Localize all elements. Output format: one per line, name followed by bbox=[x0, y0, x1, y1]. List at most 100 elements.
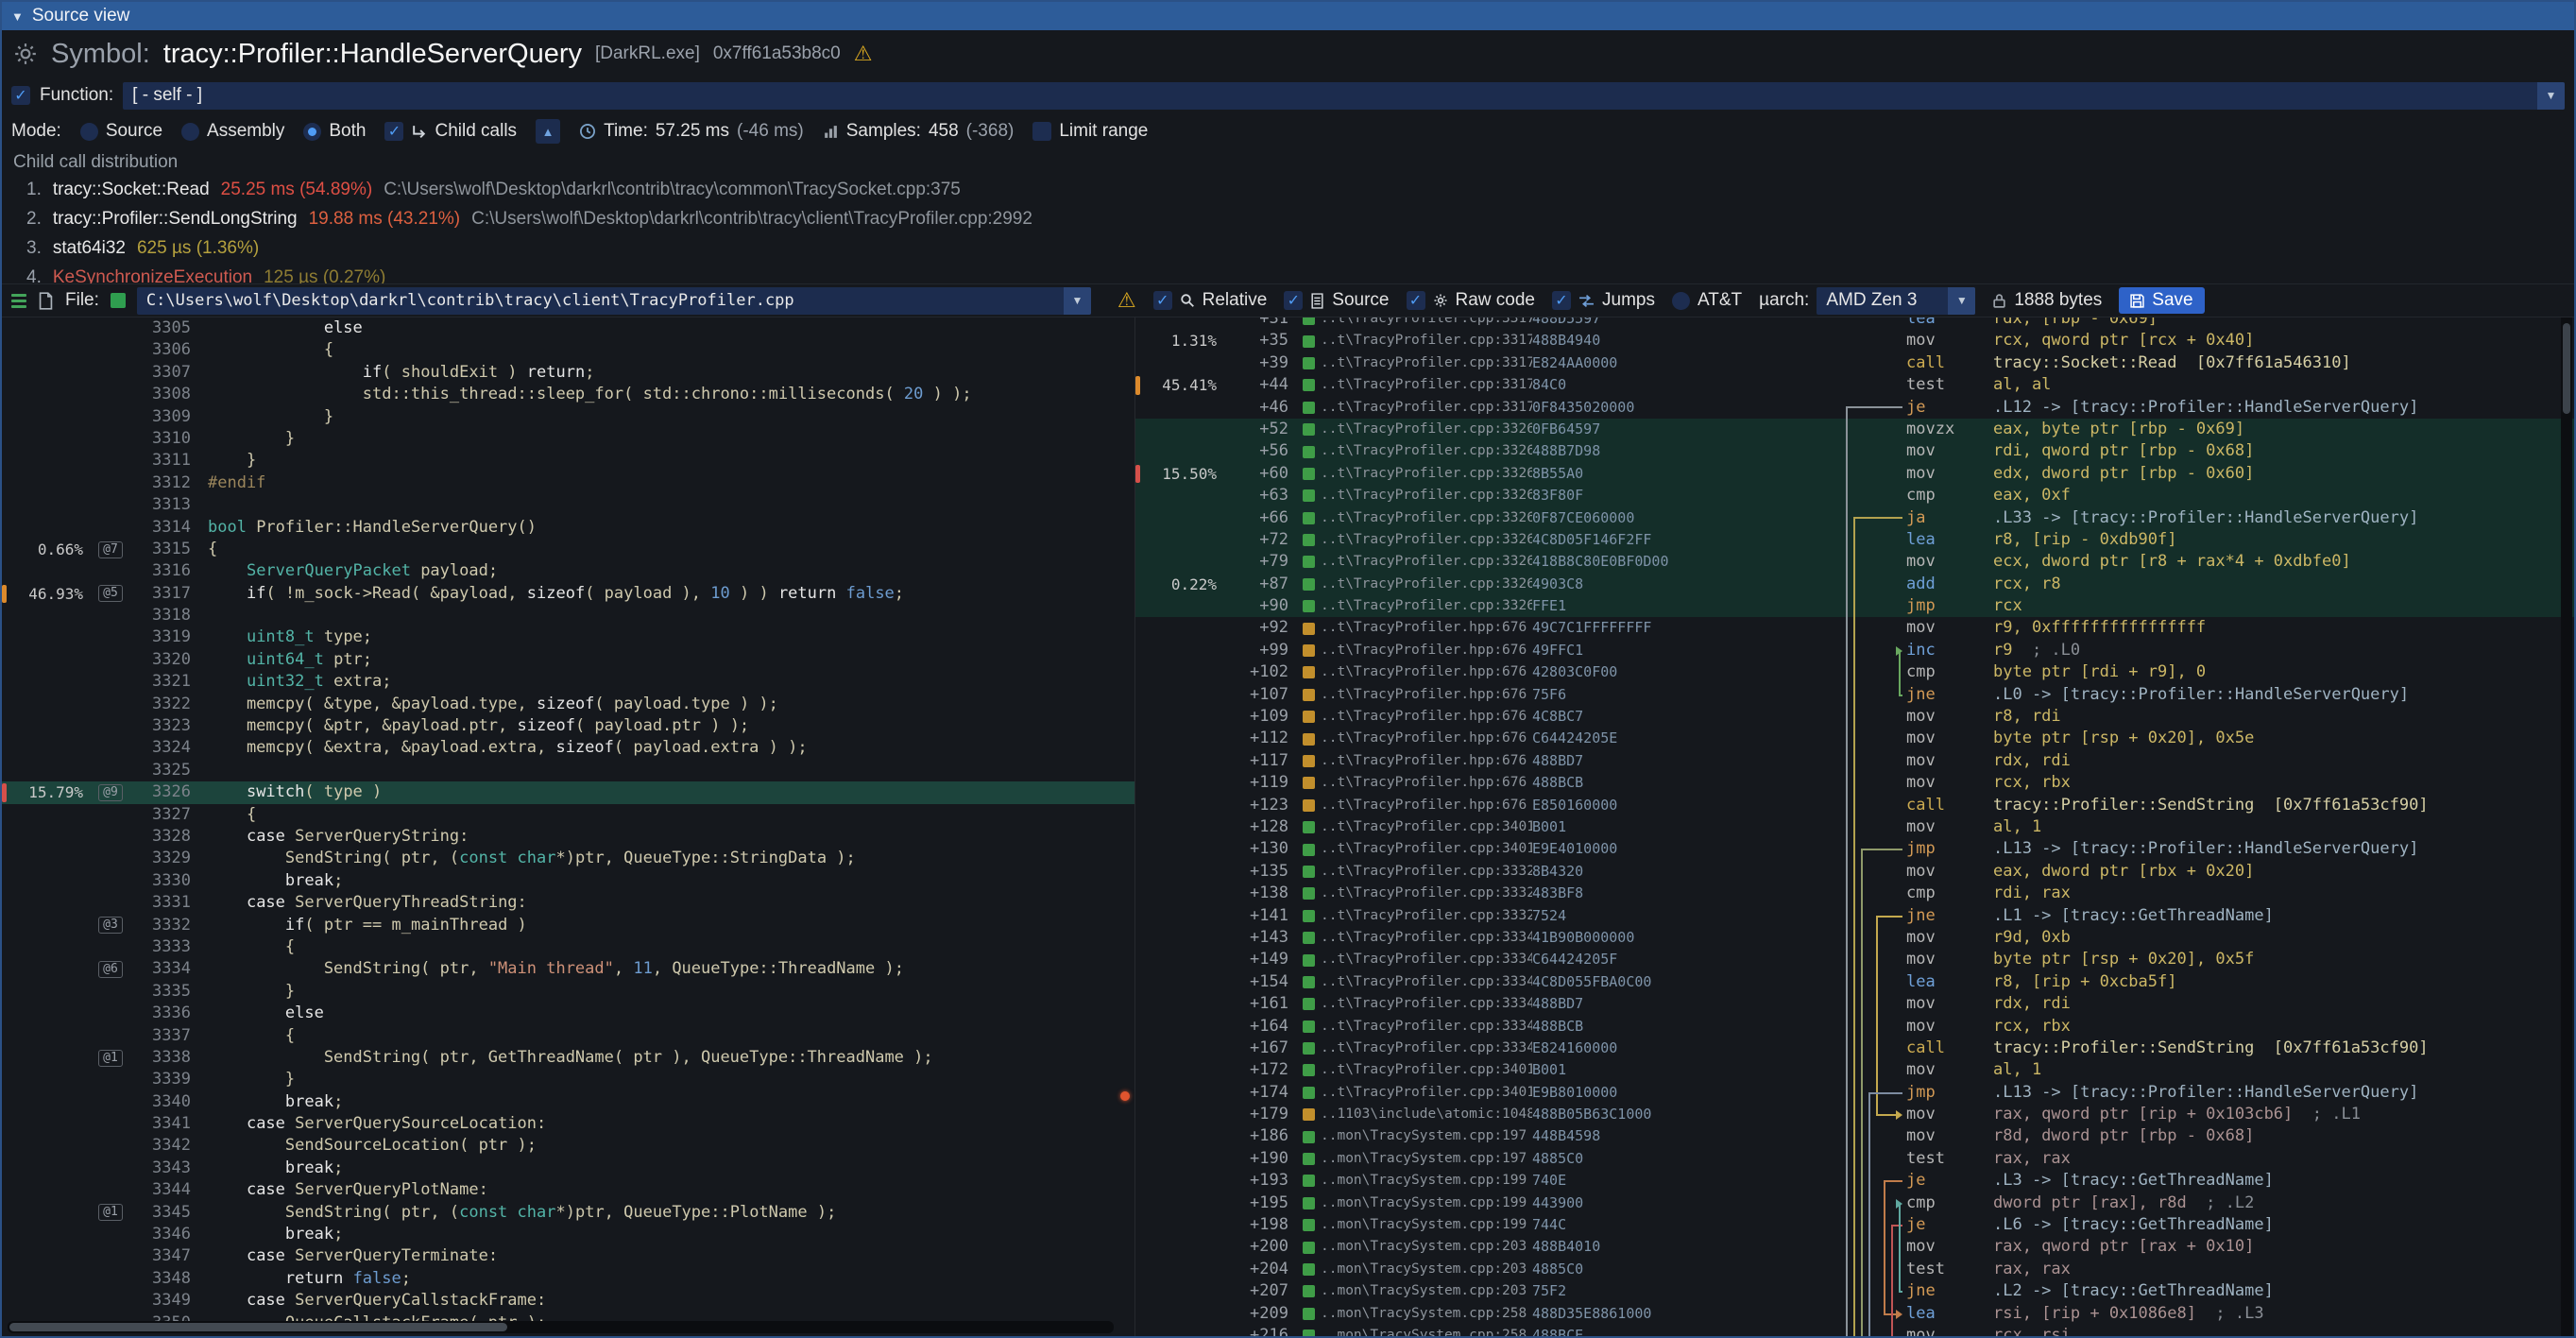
asm-row[interactable]: 15.50%+60..t\TracyProfiler.cpp:33268B55A… bbox=[1135, 463, 2574, 485]
radio-icon[interactable] bbox=[181, 123, 199, 141]
checkbox-icon[interactable] bbox=[1032, 122, 1051, 141]
uarch-select[interactable]: AMD Zen 3 ▼ bbox=[1817, 287, 1975, 315]
source-line[interactable]: @63334 SendString( ptr, "Main thread", 1… bbox=[2, 958, 1134, 980]
source-line[interactable]: 3333 { bbox=[2, 936, 1134, 958]
child-call-row[interactable]: 2.tracy::Profiler::SendLongString19.88 m… bbox=[13, 204, 2563, 233]
source-line[interactable]: 3325 bbox=[2, 760, 1134, 781]
asm-row[interactable]: +167..t\TracyProfiler.cpp:3334E824160000… bbox=[1135, 1038, 2574, 1059]
source-line[interactable]: 3312#endif bbox=[2, 472, 1134, 494]
titlebar[interactable]: ▼ Source view bbox=[2, 2, 2574, 30]
asm-row[interactable]: +109..t\TracyProfiler.hpp:6764C8BC7movr8… bbox=[1135, 706, 2574, 728]
source-line[interactable]: 3310 } bbox=[2, 428, 1134, 450]
source-line[interactable]: 3309 } bbox=[2, 406, 1134, 428]
asm-row[interactable]: +204..mon\TracySystem.cpp:2034885C0testr… bbox=[1135, 1259, 2574, 1280]
child-call-row[interactable]: 4.KeSynchronizeExecution125 µs (0.27%) bbox=[13, 263, 2563, 283]
source-line[interactable]: 46.93%@53317 if( !m_sock->Read( &payload… bbox=[2, 583, 1134, 605]
asm-row[interactable]: +46..t\TracyProfiler.cpp:33170F843502000… bbox=[1135, 397, 2574, 419]
source-line[interactable]: 3339 } bbox=[2, 1069, 1134, 1090]
asm-row[interactable]: +99..t\TracyProfiler.hpp:67649FFC1incr9 … bbox=[1135, 640, 2574, 661]
asm-row[interactable]: +63..t\TracyProfiler.cpp:332683F80Fcmpea… bbox=[1135, 485, 2574, 506]
asm-row[interactable]: +193..mon\TracySystem.cpp:199740Eje.L3 -… bbox=[1135, 1170, 2574, 1192]
asm-row[interactable]: +119..t\TracyProfiler.hpp:676488BCBmovrc… bbox=[1135, 772, 2574, 794]
source-line[interactable]: @13338 SendString( ptr, GetThreadName( p… bbox=[2, 1047, 1134, 1069]
child-call-row[interactable]: 1.tracy::Socket::Read25.25 ms (54.89%)C:… bbox=[13, 175, 2563, 204]
asm-row[interactable]: +135..t\TracyProfiler.cpp:33328B4320move… bbox=[1135, 861, 2574, 883]
asm-row[interactable]: 45.41%+44..t\TracyProfiler.cpp:331784C0t… bbox=[1135, 374, 2574, 396]
mode-radio-assembly[interactable]: Assembly bbox=[181, 121, 284, 142]
source-line[interactable]: 3335 } bbox=[2, 981, 1134, 1003]
source-line[interactable]: 3320 uint64_t ptr; bbox=[2, 649, 1134, 671]
asm-row[interactable]: +174..t\TracyProfiler.cpp:3401E9B8010000… bbox=[1135, 1082, 2574, 1104]
source-line[interactable]: 3316 ServerQueryPacket payload; bbox=[2, 560, 1134, 582]
source-line[interactable]: @33332 if( ptr == m_mainThread ) bbox=[2, 915, 1134, 936]
source-checkbox[interactable]: ✓ Source bbox=[1284, 290, 1389, 311]
chevron-down-icon[interactable]: ▼ bbox=[1948, 287, 1975, 315]
asm-row[interactable]: +190..mon\TracySystem.cpp:1974885C0testr… bbox=[1135, 1148, 2574, 1170]
source-line[interactable]: 3331 case ServerQueryThreadString: bbox=[2, 892, 1134, 914]
asm-row[interactable]: +154..t\TracyProfiler.cpp:33344C8D055FBA… bbox=[1135, 971, 2574, 993]
asm-row[interactable]: +112..t\TracyProfiler.hpp:676C64424205Em… bbox=[1135, 728, 2574, 749]
source-line[interactable]: 3347 case ServerQueryTerminate: bbox=[2, 1245, 1134, 1267]
source-line[interactable]: 3327 { bbox=[2, 804, 1134, 826]
scrollbar-thumb[interactable] bbox=[2563, 323, 2570, 414]
source-line[interactable]: 3343 break; bbox=[2, 1158, 1134, 1179]
mode-radio-both[interactable]: Both bbox=[303, 121, 366, 142]
chevron-down-icon[interactable]: ▼ bbox=[2537, 82, 2565, 110]
source-line[interactable]: 3349 case ServerQueryCallstackFrame: bbox=[2, 1290, 1134, 1312]
child-call-row[interactable]: 3.stat64i32625 µs (1.36%) bbox=[13, 233, 2563, 263]
source-line[interactable]: 3318 bbox=[2, 605, 1134, 626]
asm-row[interactable]: +198..mon\TracySystem.cpp:199744Cje.L6 -… bbox=[1135, 1214, 2574, 1236]
radio-icon[interactable] bbox=[80, 123, 98, 141]
raw-code-checkbox[interactable]: ✓ Raw code bbox=[1407, 290, 1536, 311]
source-line[interactable]: 3346 break; bbox=[2, 1224, 1134, 1245]
source-line[interactable]: 3340 break; bbox=[2, 1091, 1134, 1113]
asm-row[interactable]: +207..mon\TracySystem.cpp:20375F2jne.L2 … bbox=[1135, 1280, 2574, 1302]
source-line[interactable]: 3328 case ServerQueryString: bbox=[2, 826, 1134, 848]
checkbox-icon[interactable]: ✓ bbox=[1552, 291, 1571, 310]
asm-row[interactable]: +123..t\TracyProfiler.hpp:676E850160000c… bbox=[1135, 795, 2574, 816]
source-line[interactable]: 3336 else bbox=[2, 1003, 1134, 1024]
source-line[interactable]: 3322 memcpy( &type, &payload.type, sizeo… bbox=[2, 694, 1134, 715]
asm-row[interactable]: +31..t\TracyProfiler.cpp:3317488D5597lea… bbox=[1135, 317, 2574, 330]
asm-row[interactable]: +209..mon\TracySystem.cpp:258488D35E8861… bbox=[1135, 1303, 2574, 1325]
asm-row[interactable]: +90..t\TracyProfiler.cpp:3326FFE1jmprcx bbox=[1135, 595, 2574, 617]
source-line[interactable]: 3324 memcpy( &extra, &payload.extra, siz… bbox=[2, 737, 1134, 759]
source-line[interactable]: 3341 case ServerQuerySourceLocation: bbox=[2, 1113, 1134, 1135]
source-line[interactable]: 3337 { bbox=[2, 1025, 1134, 1047]
source-line[interactable]: 3314bool Profiler::HandleServerQuery() bbox=[2, 517, 1134, 539]
source-panel[interactable]: 3305 else3306 {3307 if( shouldExit ) ret… bbox=[2, 317, 1135, 1336]
source-line[interactable]: 3330 break; bbox=[2, 870, 1134, 892]
asm-row[interactable]: +102..t\TracyProfiler.hpp:67642803C0F00c… bbox=[1135, 661, 2574, 683]
asm-row[interactable]: +130..t\TracyProfiler.cpp:3401E9E4010000… bbox=[1135, 838, 2574, 860]
asm-row[interactable]: +172..t\TracyProfiler.cpp:3401B001moval,… bbox=[1135, 1059, 2574, 1081]
mode-radio-source[interactable]: Source bbox=[80, 121, 162, 142]
checkbox-icon[interactable]: ✓ bbox=[384, 122, 403, 141]
asm-row[interactable]: +66..t\TracyProfiler.cpp:33260F87CE06000… bbox=[1135, 507, 2574, 529]
save-button[interactable]: Save bbox=[2119, 287, 2204, 314]
collapse-icon[interactable]: ▼ bbox=[11, 9, 24, 24]
source-line[interactable]: 3323 memcpy( &ptr, &payload.ptr, sizeof(… bbox=[2, 715, 1134, 737]
vertical-scrollbar[interactable] bbox=[2561, 317, 2572, 1336]
source-line[interactable]: 3342 SendSourceLocation( ptr ); bbox=[2, 1135, 1134, 1157]
function-checkbox[interactable]: ✓ bbox=[11, 86, 30, 105]
asm-row[interactable]: +92..t\TracyProfiler.hpp:67649C7C1FFFFFF… bbox=[1135, 617, 2574, 639]
checkbox-icon[interactable]: ✓ bbox=[1284, 291, 1303, 310]
asm-row[interactable]: +164..t\TracyProfiler.cpp:3334488BCBmovr… bbox=[1135, 1016, 2574, 1038]
asm-row[interactable]: +161..t\TracyProfiler.cpp:3334488BD7movr… bbox=[1135, 993, 2574, 1015]
asm-row[interactable]: +179..1103\include\atomic:1048488B05B63C… bbox=[1135, 1104, 2574, 1125]
asm-row[interactable]: +107..t\TracyProfiler.hpp:67675F6jne.L0 … bbox=[1135, 684, 2574, 706]
source-line[interactable]: 3348 return false; bbox=[2, 1268, 1134, 1290]
child-calls-checkbox[interactable]: ✓ Child calls bbox=[384, 121, 517, 142]
radio-icon[interactable] bbox=[303, 123, 321, 141]
propagate-up-button[interactable]: ▲ bbox=[536, 119, 560, 144]
asm-row[interactable]: +141..t\TracyProfiler.cpp:33327524jne.L1… bbox=[1135, 905, 2574, 927]
source-line[interactable]: 3313 bbox=[2, 494, 1134, 516]
assembly-panel[interactable]: +31..t\TracyProfiler.cpp:3317488D5597lea… bbox=[1135, 317, 2574, 1336]
asm-row[interactable]: +39..t\TracyProfiler.cpp:3317E824AA0000c… bbox=[1135, 352, 2574, 374]
att-radio[interactable]: AT&T bbox=[1672, 290, 1742, 311]
asm-row[interactable]: +72..t\TracyProfiler.cpp:33264C8D05F146F… bbox=[1135, 529, 2574, 551]
source-line[interactable]: 3305 else bbox=[2, 317, 1134, 339]
checkbox-icon[interactable]: ✓ bbox=[1407, 291, 1425, 310]
horizontal-scrollbar[interactable] bbox=[8, 1321, 1114, 1333]
checkbox-icon[interactable]: ✓ bbox=[1153, 291, 1172, 310]
